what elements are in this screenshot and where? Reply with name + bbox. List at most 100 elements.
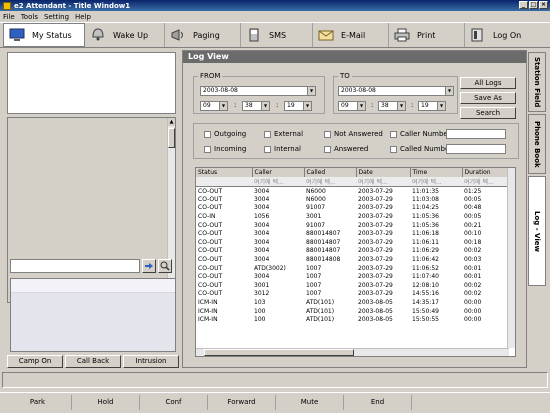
end-button[interactable]: End (344, 394, 412, 410)
app-icon (3, 1, 11, 10)
scroll-up-arrow[interactable]: ▲ (168, 118, 175, 126)
search-button[interactable]: Search (460, 107, 516, 119)
column-header-caller[interactable]: Caller (252, 168, 305, 177)
camp-on-button[interactable]: Camp On (7, 355, 63, 368)
left-scrollbar[interactable]: ▲ ▼ (167, 118, 175, 302)
park-button[interactable]: Park (4, 394, 72, 410)
column-header-date[interactable]: Date (356, 168, 411, 177)
table-cell: 2003-08-05 (358, 307, 393, 315)
magnifier-button[interactable] (158, 259, 172, 273)
table-cell: 103 (254, 299, 266, 307)
outgoing-checkbox[interactable]: Outgoing (204, 130, 246, 138)
filter-cell[interactable]: 여기에 텍... (410, 177, 462, 187)
from-second-select[interactable]: 19 ▼ (284, 101, 312, 111)
from-hour-select[interactable]: 09 ▼ (200, 101, 228, 111)
table-row[interactable]: CO-OUT 3004 1007 2003-07-29 11:07:40 00:01 (196, 272, 509, 281)
intrusion-button[interactable]: Intrusion (123, 355, 179, 368)
to-second-select[interactable]: 19 ▼ (418, 101, 446, 111)
tab-log-view[interactable]: Log - View (528, 176, 546, 286)
table-cell: 2003-07-29 (358, 273, 393, 281)
answered-checkbox[interactable]: Answered (324, 145, 368, 153)
menu-setting[interactable]: Setting (44, 13, 69, 21)
left-search-input[interactable] (10, 259, 140, 273)
scroll-thumb[interactable] (168, 128, 175, 148)
tab-station-field[interactable]: Station Field (528, 52, 546, 112)
table-cell: 3004 (254, 230, 270, 238)
to-date-select[interactable]: 2003-08-08 ▼ (338, 86, 454, 96)
hold-button[interactable]: Hold (72, 394, 140, 410)
menu-bar: File Tools Setting Help (0, 11, 550, 22)
filter-cell[interactable] (196, 177, 252, 187)
table-row[interactable]: ICM-IN 103 ATD(101) 2003-08-05 14:35:17 00:00 (196, 298, 509, 307)
table-row[interactable]: CO-OUT 3001 1007 2003-07-29 12:08:10 00:02 (196, 281, 509, 290)
incoming-checkbox[interactable]: Incoming (204, 145, 246, 153)
table-row[interactable]: CO-OUT 3004 N6000 2003-07-29 11:03:08 00:05 (196, 195, 509, 204)
table-row[interactable]: CO-OUT 3004 880014807 2003-07-29 11:06:18 00:… (196, 229, 509, 238)
conf-button[interactable]: Conf (140, 394, 208, 410)
filter-cell[interactable]: 여기에 텍... (252, 177, 304, 187)
column-header-called[interactable]: Called (304, 168, 357, 177)
column-header-time[interactable]: Time (410, 168, 463, 177)
column-header-status[interactable]: Status (196, 168, 253, 177)
called-number-input[interactable] (446, 144, 506, 154)
wake-up-button[interactable]: Wake Up (85, 23, 165, 47)
table-row[interactable]: CO-OUT 3004 91007 2003-07-29 11:04:25 00:48 (196, 204, 509, 213)
to-hour-select[interactable]: 09 ▼ (338, 101, 366, 111)
table-row[interactable]: CO-OUT 3004 91007 2003-07-29 11:05:36 00:21 (196, 221, 509, 230)
email-button[interactable]: E-Mail (313, 23, 389, 47)
minimize-button[interactable]: _ (519, 1, 528, 9)
table-row[interactable]: CO-OUT 3004 880014807 2003-07-29 11:06:11 00:… (196, 238, 509, 247)
vertical-tabs: Station Field Phone Book Log - View (528, 52, 546, 332)
my-status-button[interactable]: My Status (3, 23, 85, 47)
filter-cell[interactable]: 여기에 텍... (304, 177, 356, 187)
mute-button[interactable]: Mute (276, 394, 344, 410)
table-cell: N6000 (306, 195, 326, 203)
all-logs-button[interactable]: All Logs (460, 77, 516, 89)
table-row[interactable]: CO-IN 1056 3001 2003-07-29 11:05:36 00:05 (196, 212, 509, 221)
table-row[interactable]: CO-OUT 3004 880014807 2003-07-29 11:06:29 00:… (196, 247, 509, 256)
sms-button[interactable]: SMS (241, 23, 313, 47)
maximize-button[interactable]: □ (529, 1, 538, 9)
table-row[interactable]: CO-OUT 3004 N6000 2003-07-29 11:01:35 01:25 (196, 187, 509, 196)
table-row[interactable]: CO-OUT ATD(3002) 1007 2003-07-29 11:06:52 00:… (196, 264, 509, 273)
filter-cell[interactable]: 여기에 텍... (462, 177, 509, 187)
tab-phone-book[interactable]: Phone Book (528, 114, 546, 174)
internal-checkbox[interactable]: Internal (264, 145, 301, 153)
menu-file[interactable]: File (3, 13, 15, 21)
print-button[interactable]: Print (389, 23, 465, 47)
table-cell: 2003-07-29 (358, 290, 393, 298)
from-minute-select[interactable]: 38 ▼ (242, 101, 270, 111)
left-panel: ▲ ▼ Camp On Call Back Intrusion (4, 50, 179, 370)
save-as-button[interactable]: Save As (460, 92, 516, 104)
column-header-duration[interactable]: Duration (462, 168, 510, 177)
from-date-select[interactable]: 2003-08-08 ▼ (200, 86, 316, 96)
scroll-thumb[interactable] (204, 349, 354, 356)
table-cell: 3004 (254, 256, 270, 264)
table-row[interactable]: ICM-IN 100 ATD(101) 2003-08-05 15:50:49 00:00 (196, 307, 509, 316)
table-cell: 2003-07-29 (358, 256, 393, 264)
paging-button[interactable]: Paging (165, 23, 241, 47)
call-back-button[interactable]: Call Back (65, 355, 121, 368)
table-cell: 11:01:35 (412, 187, 439, 195)
table-row[interactable]: ICM-IN 100 ATD(101) 2003-08-05 15:50:55 00:00 (196, 315, 509, 324)
not-answered-checkbox[interactable]: Not Answered (324, 130, 383, 138)
table-row[interactable]: CO-OUT 3012 1007 2003-07-29 14:55:16 00:02 (196, 290, 509, 299)
caller-number-checkbox[interactable]: Caller Number (390, 130, 451, 138)
called-number-checkbox[interactable]: Called Number (390, 145, 452, 153)
table-horizontal-scrollbar[interactable] (196, 348, 509, 356)
menu-tools[interactable]: Tools (21, 13, 38, 21)
filter-cell[interactable]: 여기에 텍... (356, 177, 410, 187)
table-row[interactable]: CO-OUT 3004 880014808 2003-07-29 11:06:42 00:… (196, 255, 509, 264)
table-vertical-scrollbar[interactable] (507, 168, 515, 348)
log-on-button[interactable]: Log On (465, 23, 545, 47)
close-button[interactable]: × (539, 1, 548, 9)
external-checkbox[interactable]: External (264, 130, 303, 138)
caller-number-input[interactable] (446, 129, 506, 139)
table-header-row: Status Caller Called Date Time Duration (196, 168, 510, 177)
forward-button[interactable]: Forward (208, 394, 276, 410)
table-cell: 3001 (306, 213, 322, 221)
left-search-row (10, 259, 172, 273)
arrow-right-button[interactable] (142, 259, 156, 273)
menu-help[interactable]: Help (75, 13, 91, 21)
to-minute-select[interactable]: 38 ▼ (378, 101, 406, 111)
